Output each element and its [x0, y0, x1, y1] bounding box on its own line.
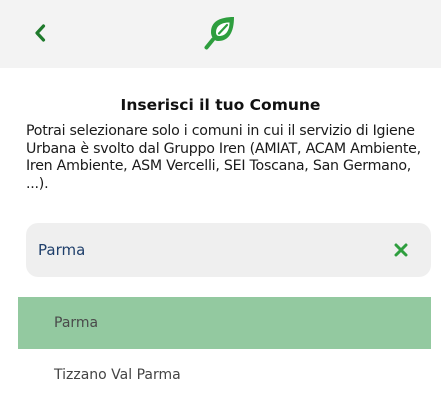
back-button[interactable] [28, 19, 52, 47]
app-header [0, 0, 441, 68]
search-input[interactable] [38, 223, 368, 277]
clear-search-button[interactable] [389, 238, 413, 262]
result-item-parma[interactable]: Parma [18, 297, 431, 349]
results-list: Parma Tizzano Val Parma [18, 297, 431, 401]
search-field [26, 223, 431, 277]
close-icon [394, 243, 408, 257]
page-title: Inserisci il tuo Comune [120, 96, 321, 114]
page-description: Potrai selezionare solo i comuni in cui … [26, 123, 421, 192]
result-item-tizzano-val-parma[interactable]: Tizzano Val Parma [18, 349, 431, 401]
leaf-logo-icon [204, 17, 234, 50]
chevron-left-icon [35, 24, 46, 42]
